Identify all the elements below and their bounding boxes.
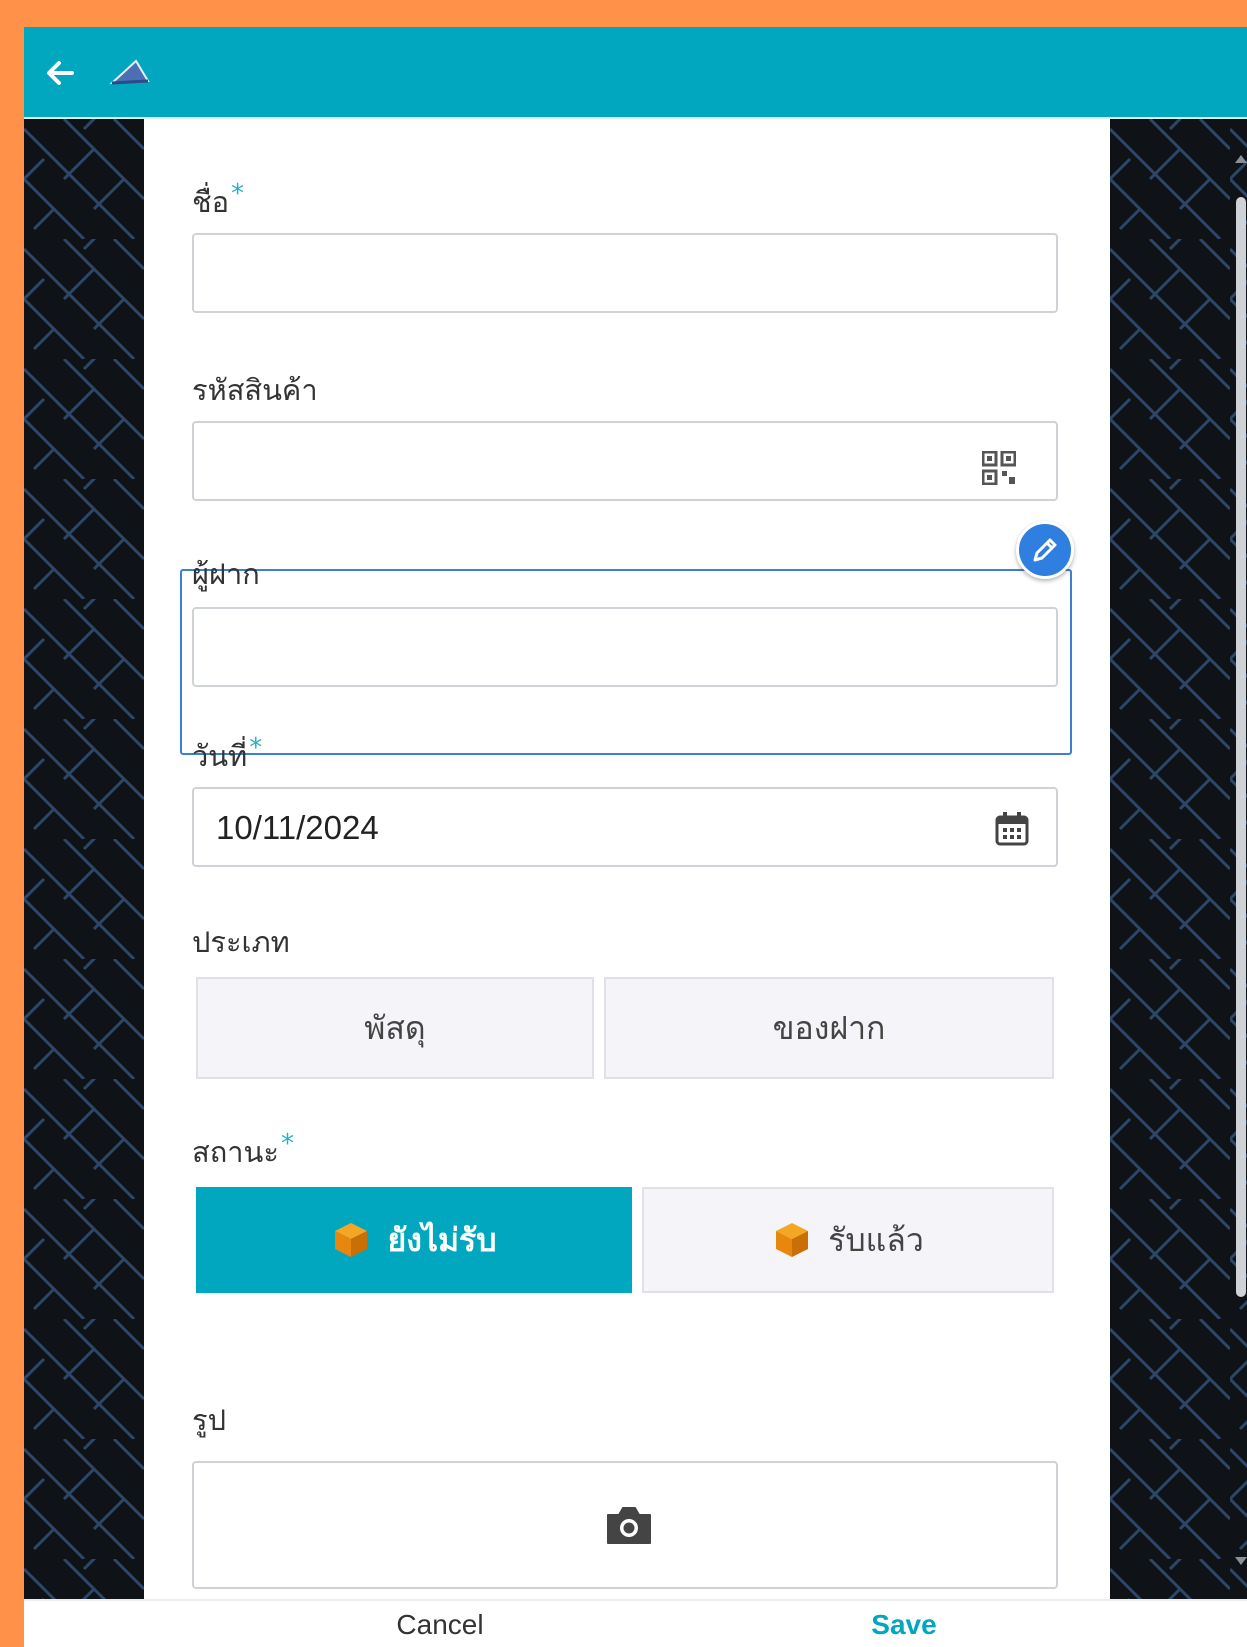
top-app-bar — [24, 27, 1247, 119]
status-option-received-label: รับแล้ว — [828, 1220, 924, 1259]
package-icon — [776, 1223, 809, 1257]
status-option-not-received[interactable]: ยังไม่รับ — [196, 1187, 632, 1293]
name-label-text: ชื่อ — [192, 185, 230, 219]
required-mark: * — [280, 1129, 294, 1159]
decorative-pattern-left — [24, 119, 144, 1599]
date-input[interactable]: 10/11/2024 — [192, 787, 1058, 867]
product-code-input[interactable] — [192, 421, 1058, 501]
photo-label: รูป — [192, 1403, 226, 1437]
type-label: ประเภท — [192, 925, 290, 959]
date-input-value: 10/11/2024 — [216, 809, 379, 846]
app-window: ชื่อ* รหัสสินค้า ผู้ฝาก วันที่* 10/11/20… — [24, 27, 1247, 1647]
form-panel: ชื่อ* รหัสสินค้า ผู้ฝาก วันที่* 10/11/20… — [144, 119, 1110, 1599]
required-mark: * — [249, 733, 263, 763]
depositor-label: ผู้ฝาก — [192, 557, 260, 591]
decorative-pattern-right — [1110, 119, 1247, 1599]
dialog-footer: Cancel Save — [24, 1599, 1247, 1647]
pencil-icon — [1033, 538, 1057, 562]
type-option-parcel[interactable]: พัสดุ — [196, 977, 594, 1079]
camera-icon — [607, 1507, 651, 1544]
photo-upload-area[interactable] — [192, 1461, 1058, 1589]
status-label-text: สถานะ — [192, 1135, 279, 1169]
qr-code-icon[interactable] — [982, 451, 1016, 485]
required-mark: * — [231, 179, 245, 209]
product-code-label: รหัสสินค้า — [192, 373, 318, 407]
scroll-up-arrow[interactable] — [1235, 155, 1247, 163]
calendar-icon[interactable] — [994, 811, 1030, 847]
back-button[interactable] — [40, 53, 80, 93]
name-label: ชื่อ* — [192, 179, 244, 225]
status-label: สถานะ* — [192, 1129, 294, 1175]
depositor-input[interactable] — [192, 607, 1058, 687]
type-option-deposit[interactable]: ของฝาก — [604, 977, 1054, 1079]
status-option-not-received-label: ยังไม่รับ — [387, 1220, 497, 1259]
type-option-parcel-label: พัสดุ — [364, 1008, 426, 1047]
date-label-text: วันที่ — [192, 739, 248, 773]
scroll-down-arrow[interactable] — [1235, 1557, 1247, 1565]
type-option-deposit-label: ของฝาก — [772, 1008, 886, 1047]
edit-field-button[interactable] — [1016, 521, 1074, 579]
logo-icon — [108, 53, 152, 93]
name-input[interactable] — [192, 233, 1058, 313]
scrollbar-thumb[interactable] — [1236, 197, 1246, 1297]
status-option-received[interactable]: รับแล้ว — [642, 1187, 1054, 1293]
package-icon — [335, 1223, 368, 1257]
save-button[interactable]: Save — [704, 1601, 1104, 1647]
arrow-left-icon — [47, 61, 74, 85]
cancel-button[interactable]: Cancel — [240, 1601, 640, 1647]
date-label: วันที่* — [192, 733, 262, 779]
